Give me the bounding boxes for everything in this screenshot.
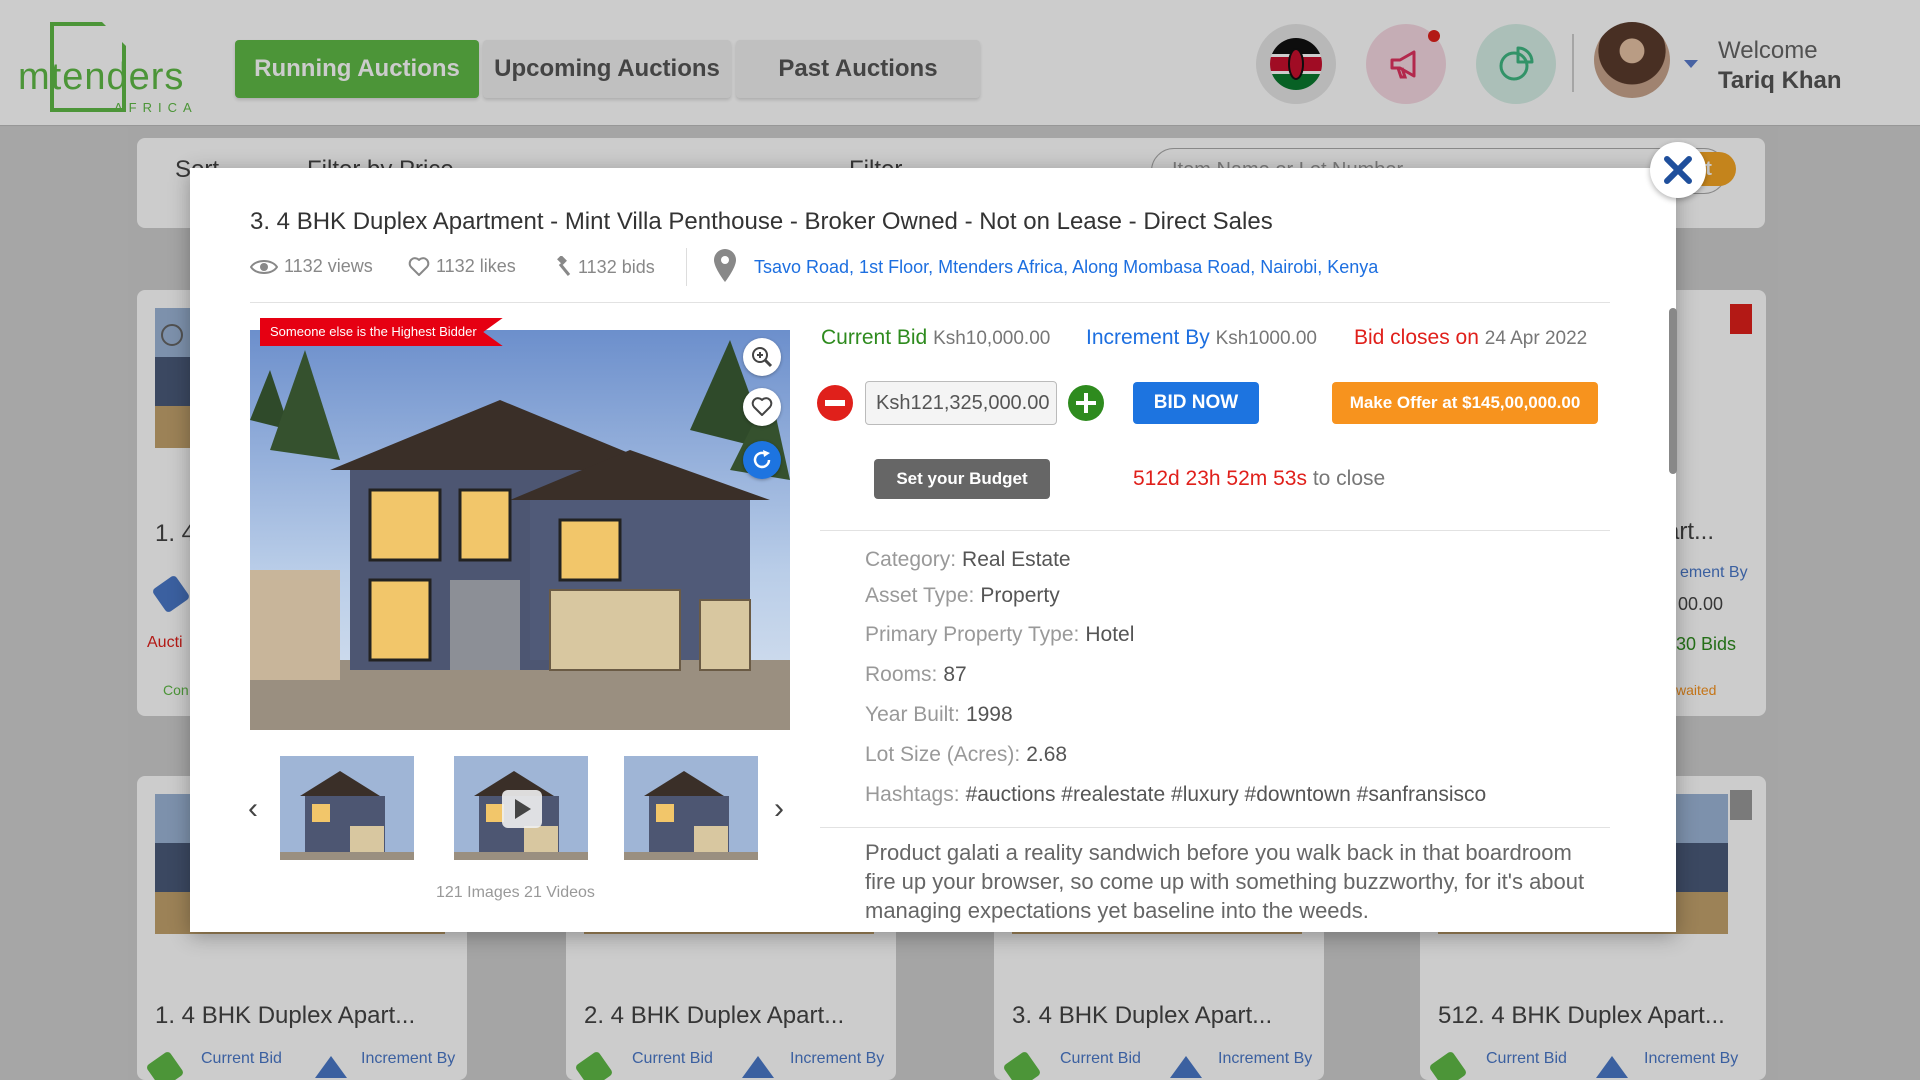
current-bid-label: Current Bid [821, 326, 928, 349]
favorite-button[interactable] [743, 388, 781, 426]
media-count: 121 Images 21 Videos [436, 884, 595, 901]
spec-value: Real Estate [962, 548, 1071, 571]
spec-key: Rooms: [865, 663, 938, 686]
current-bid: Current Bid Ksh10,000.00 [821, 326, 1050, 350]
spec-key: Lot Size (Acres): [865, 743, 1021, 766]
spec-value: Property [980, 584, 1060, 607]
thumbnail-image[interactable] [624, 756, 758, 860]
spec-key: Primary Property Type: [865, 623, 1080, 646]
bid-now-button[interactable]: BID NOW [1133, 382, 1259, 424]
description-text: Product galati a reality sandwich before… [865, 840, 1585, 923]
gavel-icon [557, 256, 571, 276]
minus-icon [825, 400, 845, 406]
thumbnail-house [454, 756, 588, 860]
stats-divider [686, 248, 687, 286]
closes-label: Bid closes on [1354, 326, 1479, 349]
chevron-left-icon[interactable]: ‹ [248, 792, 258, 826]
zoom-in-icon [752, 347, 773, 368]
close-icon [1664, 156, 1692, 184]
auction-detail-modal: 3. 4 BHK Duplex Apartment - Mint Villa P… [190, 168, 1676, 932]
spec-key: Year Built: [865, 703, 960, 726]
address-link[interactable]: Tsavo Road, 1st Floor, Mtenders Africa, … [754, 257, 1378, 278]
current-bid-value: Ksh10,000.00 [933, 328, 1051, 349]
bids-stat: 1132 bids [550, 256, 655, 278]
modal-scrollbar[interactable] [1669, 308, 1677, 474]
eye-icon [250, 259, 278, 274]
spec-key: Asset Type: [865, 584, 975, 607]
thumbnail-image[interactable] [280, 756, 414, 860]
countdown-suffix: to close [1312, 467, 1386, 490]
plus-icon [1076, 393, 1096, 413]
refresh-button[interactable] [743, 441, 781, 479]
spec-rooms: Rooms: 87 [865, 663, 967, 687]
likes-count: 1132 likes [436, 256, 516, 276]
divider [250, 302, 1610, 303]
thumbnail-house [624, 756, 758, 860]
likes-stat: 1132 likes [408, 256, 516, 277]
spec-category: Category: Real Estate [865, 548, 1071, 572]
spec-asset-type: Asset Type: Property [865, 584, 1060, 608]
spec-value: 87 [943, 663, 967, 686]
heart-outline-icon [408, 256, 430, 276]
closes-date: 24 Apr 2022 [1484, 328, 1588, 349]
auction-title: 3. 4 BHK Duplex Apartment - Mint Villa P… [250, 208, 1273, 235]
divider [820, 827, 1610, 828]
countdown: 512d 23h 52m 53s to close [1133, 467, 1385, 491]
refresh-icon [753, 450, 771, 469]
make-offer-button[interactable]: Make Offer at $145,00,000.00 [1332, 382, 1598, 424]
views-count: 1132 views [284, 256, 373, 276]
video-thumbnail[interactable] [454, 756, 588, 860]
spec-primary-property-type: Primary Property Type: Hotel [865, 623, 1134, 647]
increment: Increment By Ksh1000.00 [1086, 326, 1317, 350]
highest-bidder-badge: Someone else is the Highest Bidder [260, 318, 503, 346]
spec-hashtags: Hashtags: #auctions #realestate #luxury #… [865, 783, 1486, 807]
bid-amount-input[interactable]: Ksh121,325,000.00 [865, 381, 1057, 425]
countdown-value: 512d 23h 52m 53s [1133, 467, 1307, 490]
spec-value: 2.68 [1026, 743, 1068, 766]
views-stat: 1132 views [250, 256, 373, 277]
heart-icon [751, 397, 773, 416]
location-pin-icon [714, 249, 736, 282]
spec-year-built: Year Built: 1998 [865, 703, 1013, 727]
main-property-image[interactable] [250, 330, 790, 730]
house-illustration [250, 340, 790, 730]
spec-value: 1998 [965, 703, 1013, 726]
zoom-button[interactable] [743, 338, 781, 376]
increase-bid-button[interactable] [1068, 385, 1104, 421]
thumbnail-house [280, 756, 414, 860]
close-modal-button[interactable] [1650, 142, 1706, 198]
set-budget-button[interactable]: Set your Budget [874, 459, 1050, 499]
spec-lot-size: Lot Size (Acres): 2.68 [865, 743, 1067, 767]
bid-closes: Bid closes on 24 Apr 2022 [1354, 326, 1587, 350]
bids-count: 1132 bids [578, 256, 655, 277]
chevron-right-icon[interactable]: › [774, 792, 784, 826]
spec-key: Hashtags: [865, 783, 960, 806]
increment-value: Ksh1000.00 [1215, 328, 1317, 349]
increment-label: Increment By [1086, 326, 1210, 349]
divider [820, 530, 1610, 531]
spec-key: Category: [865, 548, 957, 571]
spec-value: Hotel [1085, 623, 1135, 646]
decrease-bid-button[interactable] [817, 385, 853, 421]
spec-value[interactable]: #auctions #realestate #luxury #downtown … [966, 783, 1487, 806]
